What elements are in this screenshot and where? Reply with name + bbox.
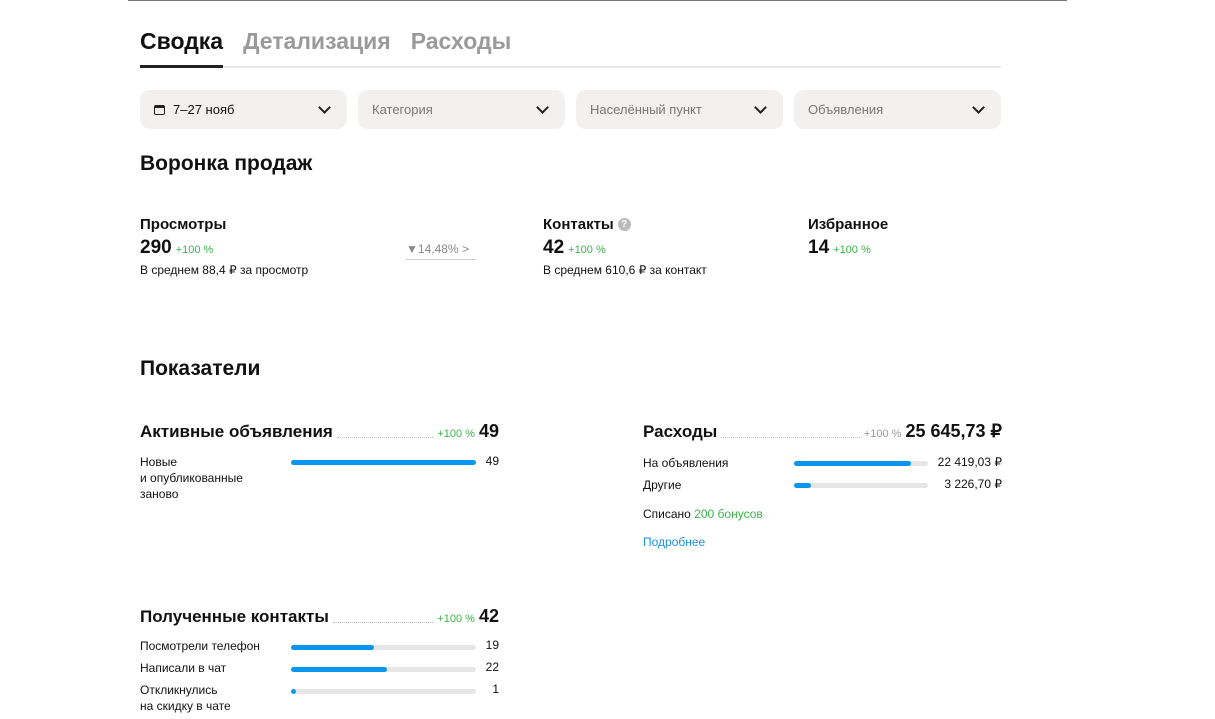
city-filter-label: Населённый пункт [590,102,702,117]
more-link[interactable]: Подробнее [643,534,705,550]
expenses-header: Расходы +100 % 25 645,73 ₽ [643,420,1002,442]
bonus-text: Списано 200 бонусов [643,506,763,522]
progress-fill [291,645,375,650]
tab-bar: Сводка Детализация Расходы [140,26,1001,68]
bonus-prefix: Списано [643,507,691,521]
row-value: 3 226,70 ₽ [944,477,1002,491]
progress-bar [291,667,476,672]
expenses-value: 25 645,73 ₽ [905,421,1002,441]
help-icon[interactable]: ? [617,218,631,231]
progress-bar [291,645,476,650]
progress-fill [291,460,476,465]
top-border [128,0,1067,1]
received-contacts-pct: +100 % [437,613,475,625]
row-label: Другие [643,478,682,492]
tab-summary[interactable]: Сводка [140,26,224,68]
contacts-value: 42 [543,237,565,258]
contacts-metric: Контакты? 42 +100 % В среднем 610,6 ₽ за … [543,216,707,277]
filters: 7–27 нояб Категория Населённый пункт Объ… [140,90,1001,129]
date-filter[interactable]: 7–27 нояб [140,90,347,129]
active-ads-value: 49 [478,421,499,441]
views-label: Просмотры [140,216,227,233]
row-value: 1 [492,682,499,696]
ads-filter[interactable]: Объявления [794,90,1001,129]
row-value: 22 419,03 ₽ [937,455,1002,469]
progress-fill [794,483,811,488]
favorites-label: Избранное [808,216,889,233]
progress-fill [794,461,912,466]
category-filter-label: Категория [372,102,433,117]
indicators-title: Показатели [140,357,261,380]
progress-fill [291,689,296,694]
row-label: Посмотрели телефон [140,639,260,653]
city-filter[interactable]: Населённый пункт [576,90,783,129]
views-value: 290 [140,237,172,258]
row-value: 22 [485,660,499,674]
row-label: На объявления [643,456,729,470]
row-label: Написали в чат [140,661,227,675]
favorites-metric: Избранное 14 +100 % [808,216,888,259]
expenses-label: Расходы [643,422,718,441]
category-filter[interactable]: Категория [358,90,565,129]
chevron-down-icon [754,100,767,114]
conversion-link[interactable]: ▼14,48% > [406,242,476,260]
contacts-avg: В среднем 610,6 ₽ за контакт [543,263,707,277]
row-label: Новые и опубликованные заново [140,455,243,501]
views-metric: Просмотры 290 +100 % В среднем 88,4 ₽ за … [140,216,308,277]
funnel-title: Воронка продаж [140,152,313,175]
row-value: 19 [485,638,499,652]
chevron-down-icon [972,100,985,114]
active-ads-pct: +100 % [437,428,475,440]
funnel-icon: ▼ [406,242,418,256]
calendar-icon [154,104,165,115]
progress-bar [291,689,476,694]
views-avg: В среднем 88,4 ₽ за просмотр [140,263,309,277]
favorites-pct: +100 % [833,244,871,256]
views-pct: +100 % [175,244,214,256]
chevron-right-icon: > [461,242,469,256]
row-label: Откликнулись на скидку в чате [140,683,231,713]
contacts-pct: +100 % [568,244,606,256]
progress-bar [291,460,476,465]
received-contacts-label: Полученные контакты [140,607,329,626]
chevron-down-icon [536,100,549,114]
contacts-label: Контакты [543,216,614,233]
date-filter-label: 7–27 нояб [173,102,235,117]
expenses-pct: +100 % [863,428,902,440]
active-ads-header: Активные объявления +100 % 49 [140,420,499,442]
ads-filter-label: Объявления [808,102,884,117]
conversion-value: 14,48% [417,242,459,256]
received-contacts-value: 42 [478,606,499,626]
tab-expenses[interactable]: Расходы [411,26,512,68]
tab-details[interactable]: Детализация [243,26,391,68]
favorites-value: 14 [808,237,830,258]
contacts-header: Полученные контакты +100 % 42 [140,605,499,627]
bonus-amount: 200 бонусов [694,507,763,521]
row-value: 49 [485,454,499,468]
chevron-down-icon [318,100,331,114]
progress-fill [291,667,388,672]
active-ads-label: Активные объявления [140,422,333,441]
